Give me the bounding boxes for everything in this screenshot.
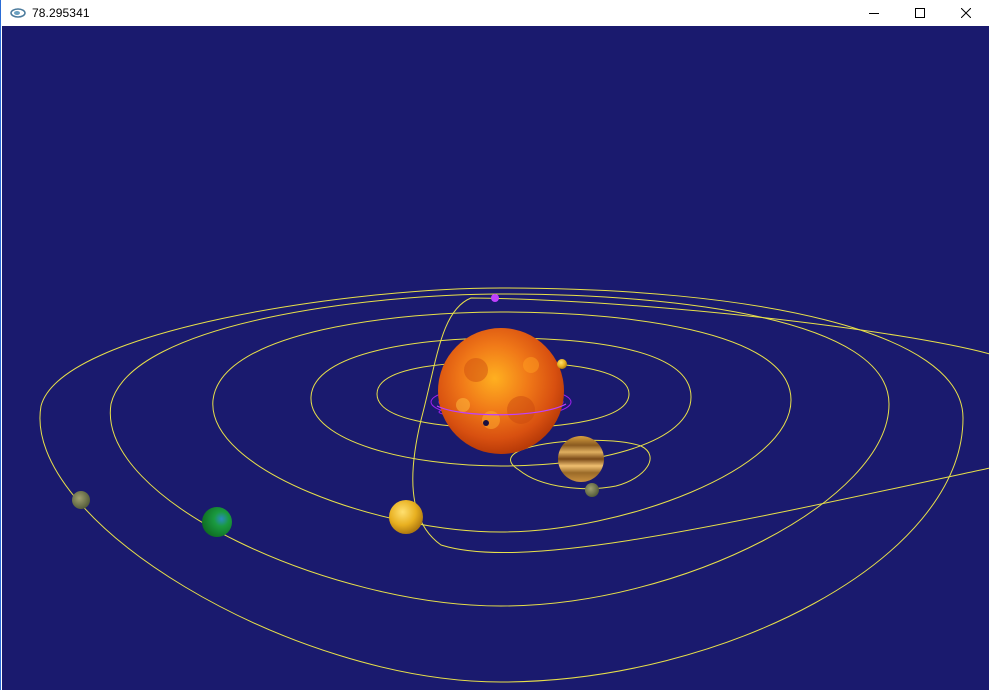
title-bar[interactable]: 78.295341 [1, 0, 989, 26]
render-viewport[interactable] [2, 26, 989, 690]
minimize-icon [869, 13, 879, 14]
purple-comet[interactable] [491, 294, 499, 302]
close-icon [961, 8, 971, 18]
jupiter[interactable] [558, 436, 604, 482]
sun[interactable] [438, 328, 564, 454]
minimize-button[interactable] [851, 0, 897, 26]
solar-system-scene[interactable] [2, 26, 989, 690]
window-title: 78.295341 [32, 6, 90, 20]
window-controls [851, 0, 989, 26]
close-button[interactable] [943, 0, 989, 26]
outer-planet[interactable] [72, 491, 90, 509]
dark-object[interactable] [483, 420, 489, 426]
saturn[interactable] [389, 500, 423, 534]
application-window: 78.295341 [0, 0, 989, 690]
app-icon [10, 8, 26, 18]
maximize-button[interactable] [897, 0, 943, 26]
saturn-moon[interactable] [557, 359, 567, 369]
maximize-icon [915, 8, 925, 18]
earth[interactable] [202, 507, 232, 537]
small-moon[interactable] [585, 483, 599, 497]
